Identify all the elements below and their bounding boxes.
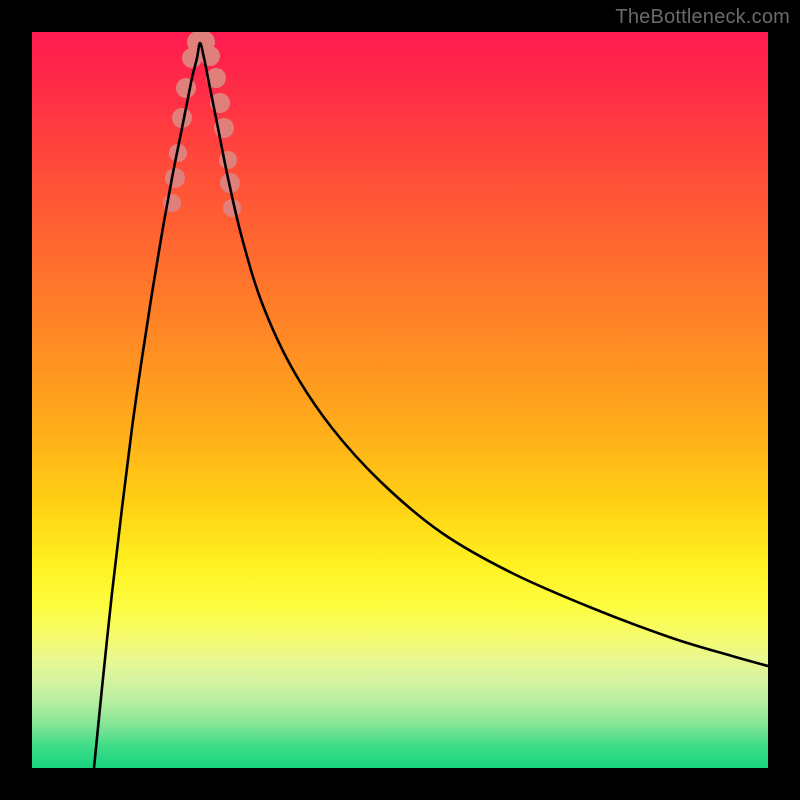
chart-frame: TheBottleneck.com: [0, 0, 800, 800]
watermark-text: TheBottleneck.com: [615, 6, 790, 29]
data-marker: [176, 78, 196, 98]
chart-svg: [32, 32, 768, 768]
bottleneck-curve: [94, 43, 768, 768]
plot-area: [32, 32, 768, 768]
data-marker: [165, 168, 185, 188]
